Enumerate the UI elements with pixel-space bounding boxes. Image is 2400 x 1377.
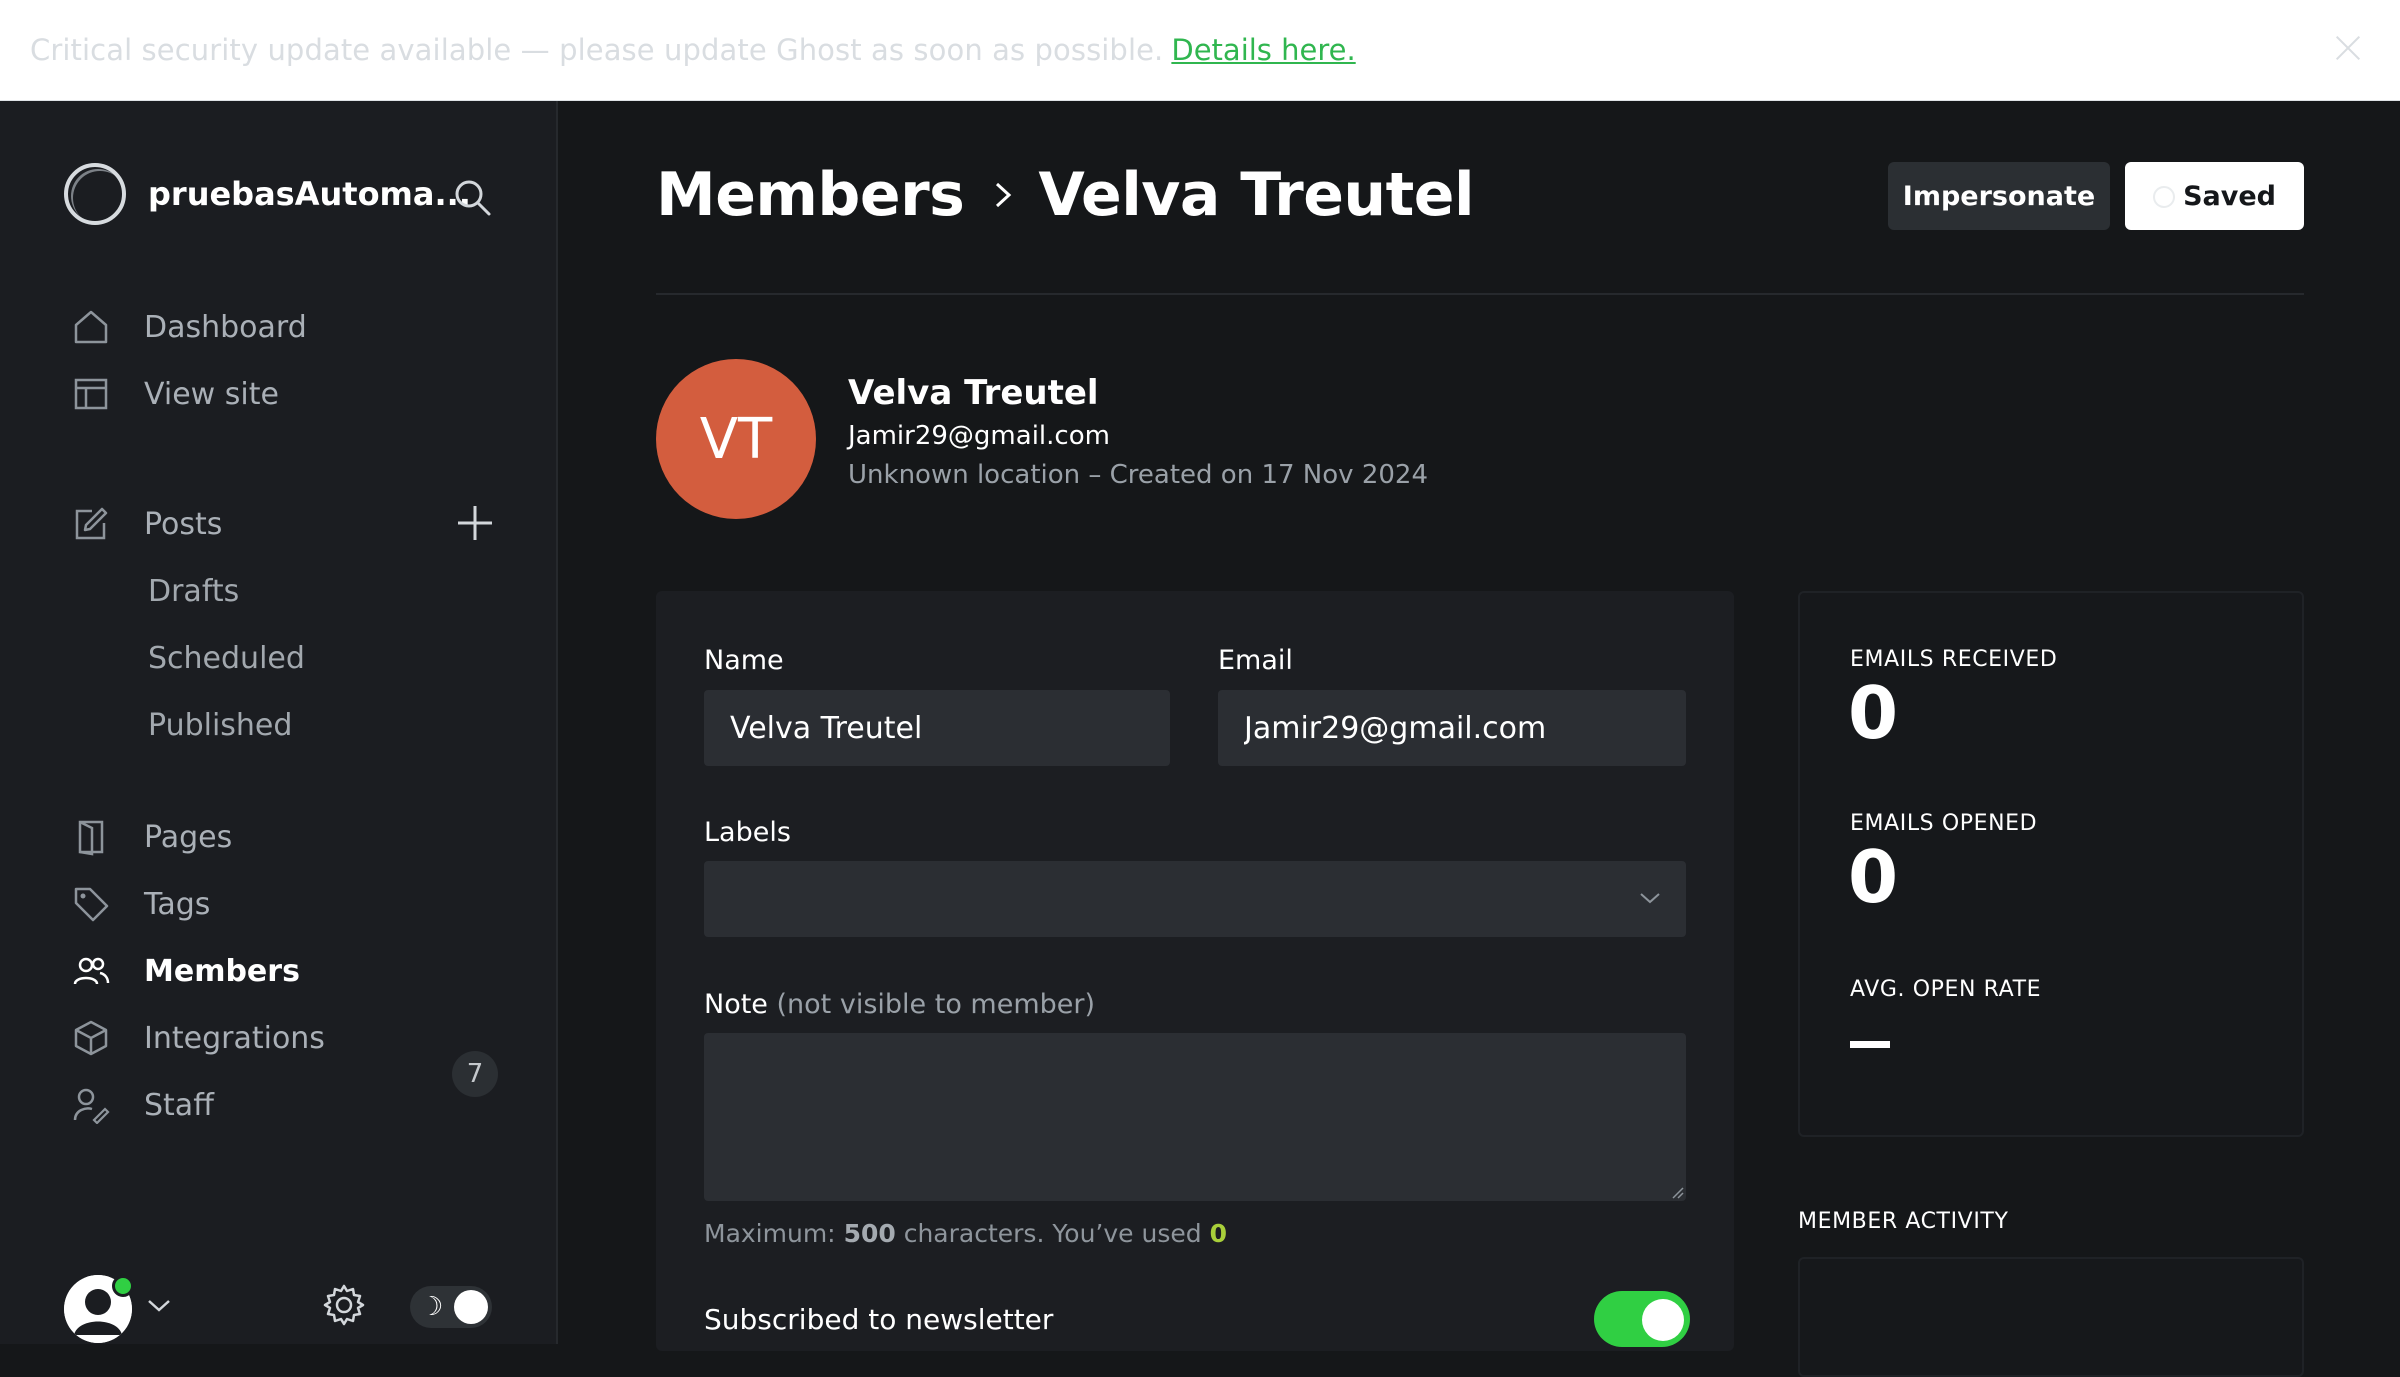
sidebar-item-members[interactable]: Members bbox=[72, 941, 502, 1001]
avg-open-rate-empty-dash bbox=[1850, 1041, 1890, 1048]
page-icon bbox=[78, 820, 104, 856]
sidebar-item-label: Posts bbox=[144, 506, 223, 542]
breadcrumb: Members Velva Treutel bbox=[656, 155, 1475, 235]
home-icon bbox=[74, 310, 108, 344]
emails-opened-label: EMAILS OPENED bbox=[1850, 811, 2038, 836]
sidebar-item-label: Integrations bbox=[144, 1020, 325, 1056]
impersonate-button[interactable]: Impersonate bbox=[1888, 162, 2110, 230]
counter-prefix: Maximum: bbox=[704, 1219, 836, 1248]
saved-button[interactable]: Saved bbox=[2125, 162, 2304, 230]
counter-max: 500 bbox=[843, 1219, 896, 1248]
banner-details-link[interactable]: Details here. bbox=[1171, 33, 1355, 67]
sidebar-item-label: View site bbox=[144, 376, 279, 412]
counter-mid: characters. You’ve used bbox=[903, 1219, 1202, 1248]
resize-handle-icon[interactable] bbox=[1672, 1187, 1684, 1199]
security-update-banner: Critical security update available — ple… bbox=[0, 0, 2400, 101]
newsletter-label: Subscribed to newsletter bbox=[704, 1303, 1054, 1336]
sidebar-item-posts[interactable]: Posts bbox=[72, 494, 502, 554]
sidebar-item-drafts[interactable]: Drafts bbox=[148, 574, 239, 609]
sidebar-item-label: Dashboard bbox=[144, 309, 307, 345]
sidebar: pruebasAutoma... Dashboard View site Pos… bbox=[0, 101, 558, 1344]
dark-mode-toggle[interactable]: ☽ bbox=[410, 1286, 492, 1328]
email-field[interactable] bbox=[1218, 690, 1686, 766]
email-stats-panel: EMAILS RECEIVED 0 EMAILS OPENED 0 AVG. O… bbox=[1798, 591, 2304, 1137]
sidebar-item-integrations[interactable]: Integrations bbox=[72, 1008, 502, 1068]
sidebar-item-pages[interactable]: Pages bbox=[72, 807, 502, 867]
member-details-form: Name Email Labels Note (not visible to m… bbox=[656, 591, 1734, 1351]
email-label: Email bbox=[1218, 645, 1293, 676]
chevron-down-icon bbox=[1640, 893, 1660, 904]
banner-message: Critical security update available — ple… bbox=[30, 33, 1164, 67]
name-label: Name bbox=[704, 645, 784, 676]
member-activity-panel bbox=[1798, 1257, 2304, 1377]
main-content: Members Velva Treutel Impersonate Saved … bbox=[560, 101, 2400, 1377]
layout-icon bbox=[74, 378, 108, 410]
banner-close-icon[interactable] bbox=[2330, 30, 2366, 66]
cube-icon bbox=[74, 1020, 108, 1056]
header-divider bbox=[656, 293, 2304, 295]
member-avatar: VT bbox=[656, 359, 816, 519]
emails-received-label: EMAILS RECEIVED bbox=[1850, 647, 2058, 672]
staff-icon bbox=[73, 1088, 110, 1124]
member-meta: Unknown location – Created on 17 Nov 202… bbox=[848, 460, 1428, 490]
emails-received-value: 0 bbox=[1848, 671, 1899, 755]
member-email: Jamir29@gmail.com bbox=[848, 421, 1110, 451]
sidebar-item-dashboard[interactable]: Dashboard bbox=[72, 297, 502, 357]
sidebar-item-scheduled[interactable]: Scheduled bbox=[148, 641, 305, 676]
labels-select[interactable] bbox=[704, 861, 1686, 937]
sidebar-item-view-site[interactable]: View site bbox=[72, 364, 502, 424]
moon-icon: ☽ bbox=[420, 1292, 444, 1322]
newsletter-toggle[interactable] bbox=[1594, 1291, 1690, 1347]
site-name: pruebasAutoma... bbox=[148, 175, 471, 213]
edit-icon bbox=[75, 507, 108, 540]
sidebar-item-label: Members bbox=[144, 953, 300, 989]
toggle-knob bbox=[1642, 1299, 1684, 1341]
note-label-text: Note bbox=[704, 989, 768, 1020]
sidebar-item-label: Staff bbox=[144, 1087, 214, 1123]
note-textarea[interactable] bbox=[704, 1033, 1686, 1201]
chevron-down-icon[interactable] bbox=[146, 1296, 172, 1314]
search-icon[interactable] bbox=[452, 177, 492, 217]
sidebar-item-tags[interactable]: Tags bbox=[72, 874, 502, 934]
new-post-plus-icon[interactable] bbox=[456, 504, 494, 542]
site-switcher[interactable]: pruebasAutoma... bbox=[64, 163, 471, 225]
name-field[interactable] bbox=[704, 690, 1170, 766]
sidebar-item-staff[interactable]: Staff bbox=[72, 1075, 502, 1135]
saved-button-label: Saved bbox=[2183, 180, 2276, 212]
tag-icon bbox=[74, 887, 109, 922]
sidebar-item-label: Pages bbox=[144, 819, 233, 855]
emails-opened-value: 0 bbox=[1848, 835, 1899, 919]
members-icon bbox=[73, 957, 110, 985]
chevron-right-icon bbox=[996, 182, 1012, 208]
breadcrumb-members-link[interactable]: Members bbox=[656, 160, 965, 230]
member-activity-label: MEMBER ACTIVITY bbox=[1798, 1209, 2009, 1234]
counter-used: 0 bbox=[1209, 1219, 1227, 1248]
member-name: Velva Treutel bbox=[848, 373, 1099, 413]
page-title: Velva Treutel bbox=[1038, 160, 1475, 230]
spinner-icon bbox=[2153, 186, 2175, 208]
note-label: Note (not visible to member) bbox=[704, 989, 1095, 1020]
avg-open-rate-label: AVG. OPEN RATE bbox=[1850, 977, 2042, 1002]
online-status-dot bbox=[112, 1275, 134, 1297]
toggle-knob bbox=[454, 1290, 488, 1324]
sidebar-item-label: Tags bbox=[144, 886, 211, 922]
gear-icon[interactable] bbox=[322, 1283, 366, 1327]
character-counter: Maximum: 500 characters. You’ve used 0 bbox=[704, 1219, 1227, 1248]
sidebar-item-published[interactable]: Published bbox=[148, 708, 292, 743]
note-hint: (not visible to member) bbox=[776, 989, 1096, 1020]
labels-label: Labels bbox=[704, 817, 791, 848]
site-logo-icon bbox=[64, 163, 126, 225]
